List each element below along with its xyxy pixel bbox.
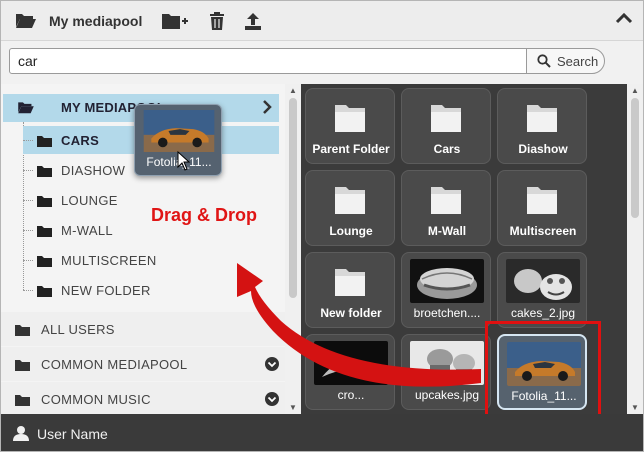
folder-icon — [37, 284, 52, 302]
tile-folder-diashow[interactable]: Diashow — [497, 88, 587, 164]
folder-icon — [15, 393, 30, 411]
tile-image-croissant[interactable]: cro... — [305, 334, 395, 410]
tile-image-fotolia[interactable]: Fotolia_11... — [497, 334, 587, 410]
folder-icon — [335, 187, 365, 214]
tile-label: New folder — [320, 306, 382, 320]
search-button-label: Search — [557, 53, 599, 69]
search-icon — [537, 54, 551, 68]
sidebar-group-all-users[interactable]: ALL USERS — [1, 312, 285, 346]
folder-icon — [37, 134, 52, 152]
media-grid: Parent Folder Cars Diashow Lounge M-Wall… — [301, 84, 643, 414]
sidebar-item-label: LOUNGE — [61, 193, 118, 208]
folder-icon — [37, 194, 52, 212]
chevron-down-circle-icon[interactable] — [265, 357, 279, 376]
sidebar-group-common-music[interactable]: COMMON MUSIC — [1, 382, 285, 414]
search-button[interactable]: Search — [526, 48, 605, 74]
sidebar-item-multiscreen[interactable]: MULTISCREEN — [23, 246, 279, 274]
chevron-down-circle-icon[interactable] — [265, 392, 279, 411]
tile-label: cro... — [337, 388, 365, 402]
image-thumbnail — [506, 259, 580, 303]
sidebar-item-new-folder[interactable]: NEW FOLDER — [23, 276, 279, 304]
tile-folder-lounge[interactable]: Lounge — [305, 170, 395, 246]
sidebar-item-label: MULTISCREEN — [61, 253, 157, 268]
folder-icon — [15, 323, 30, 341]
trash-icon[interactable] — [203, 9, 231, 33]
tile-label: Parent Folder — [312, 142, 390, 156]
sidebar-group-common-mediapool[interactable]: COMMON MEDIAPOOL — [1, 347, 285, 381]
user-name[interactable]: User Name — [37, 426, 108, 442]
tile-folder-m-wall[interactable]: M-Wall — [401, 170, 491, 246]
tile-label: M-Wall — [427, 224, 467, 238]
sidebar-item-label: NEW FOLDER — [61, 283, 151, 298]
sidebar-item-diashow[interactable]: DIASHOW — [23, 156, 279, 184]
tile-label: Lounge — [329, 224, 373, 238]
tile-label: Diashow — [518, 142, 568, 156]
folder-open-icon — [17, 100, 35, 119]
image-thumbnail — [410, 259, 484, 303]
scroll-up-arrow-icon[interactable]: ▲ — [289, 86, 297, 95]
user-footer: User Name — [1, 414, 643, 451]
scroll-down-arrow-icon[interactable]: ▼ — [631, 403, 639, 412]
user-icon — [13, 425, 29, 446]
folder-icon — [335, 269, 365, 296]
folder-icon — [527, 105, 557, 132]
tile-label: Cars — [433, 142, 461, 156]
chevron-right-icon[interactable] — [261, 99, 273, 120]
chevron-up-icon[interactable] — [615, 11, 633, 30]
tile-folder-multiscreen[interactable]: Multiscreen — [497, 170, 587, 246]
folder-icon — [15, 358, 30, 376]
scrollbar-thumb[interactable] — [289, 98, 297, 298]
upload-icon[interactable] — [239, 9, 267, 33]
header-bar: My mediapool — [1, 1, 643, 41]
page-title: My mediapool — [49, 13, 143, 29]
folder-open-icon — [15, 11, 37, 34]
sidebar-group-label: COMMON MUSIC — [41, 392, 151, 407]
tile-label: Multiscreen — [509, 224, 577, 238]
tile-label: upcakes.jpg — [414, 388, 480, 402]
sidebar-scrollbar[interactable]: ▲ ▼ — [285, 84, 301, 414]
tile-image-cupcakes[interactable]: upcakes.jpg — [401, 334, 491, 410]
sidebar-group-label: ALL USERS — [41, 322, 115, 337]
folder-tree-sidebar: MY MEDIAPOOL CARS DIASHOW LOUNGE M-WALL — [1, 84, 301, 414]
tree-root-label: MY MEDIAPOOL — [61, 100, 166, 115]
sidebar-item-m-wall[interactable]: M-WALL — [23, 216, 279, 244]
tree-root-my-mediapool[interactable]: MY MEDIAPOOL — [3, 94, 279, 122]
folder-icon — [431, 105, 461, 132]
search-bar: Search — [9, 48, 605, 74]
tile-label: broetchen.... — [413, 306, 481, 320]
image-thumbnail — [507, 342, 581, 386]
image-thumbnail — [314, 341, 388, 385]
folder-icon — [37, 164, 52, 182]
tile-label: cakes_2.jpg — [510, 306, 576, 320]
new-folder-icon[interactable] — [161, 9, 189, 33]
scroll-up-arrow-icon[interactable]: ▲ — [631, 86, 639, 95]
sidebar-item-label: M-WALL — [61, 223, 113, 238]
sidebar-group-label: COMMON MEDIAPOOL — [41, 357, 188, 372]
folder-icon — [37, 254, 52, 272]
sidebar-item-label: DIASHOW — [61, 163, 126, 178]
search-input[interactable] — [9, 48, 527, 74]
sidebar-item-label: CARS — [61, 133, 100, 148]
tile-image-cakes-2[interactable]: cakes_2.jpg — [497, 252, 587, 328]
sidebar-item-cars[interactable]: CARS — [23, 126, 279, 154]
folder-icon — [527, 187, 557, 214]
image-thumbnail — [410, 341, 484, 385]
sidebar-item-lounge[interactable]: LOUNGE — [23, 186, 279, 214]
scroll-down-arrow-icon[interactable]: ▼ — [289, 403, 297, 412]
mediapool-window: My mediapool Search MY MEDIAPOOL — [0, 0, 644, 452]
folder-icon — [335, 105, 365, 132]
tile-label: Fotolia_11... — [511, 389, 577, 403]
scrollbar-thumb[interactable] — [631, 98, 639, 218]
folder-icon — [37, 224, 52, 242]
folder-icon — [431, 187, 461, 214]
tile-folder-new-folder[interactable]: New folder — [305, 252, 395, 328]
tile-folder-cars[interactable]: Cars — [401, 88, 491, 164]
tile-image-broetchen[interactable]: broetchen.... — [401, 252, 491, 328]
tile-folder-parent[interactable]: Parent Folder — [305, 88, 395, 164]
content-scrollbar[interactable]: ▲ ▼ — [627, 84, 643, 414]
